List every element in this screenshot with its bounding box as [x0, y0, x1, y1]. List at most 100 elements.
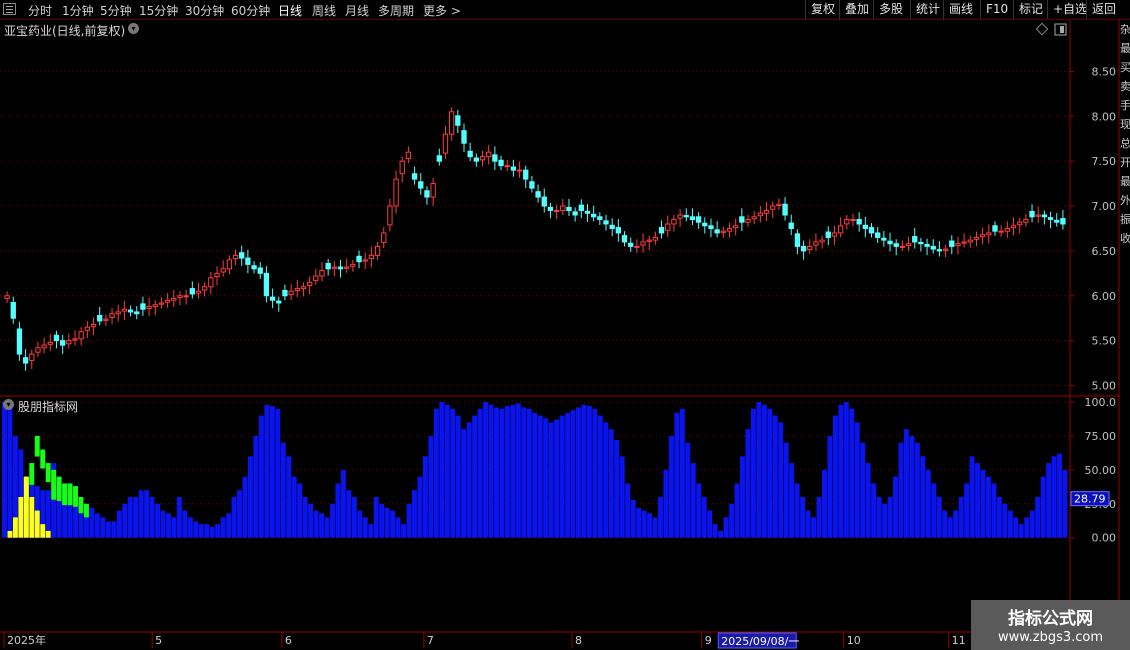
candle-body: [584, 210, 591, 214]
kline-chart-area[interactable]: 8.508.007.507.006.506.005.505.00 100.075…: [0, 0, 1130, 650]
indicator-bar-blue: [313, 510, 319, 538]
indicator-bar-blue: [614, 440, 620, 538]
price-tick-label: 8.50: [1092, 65, 1117, 78]
price-grid: [0, 70, 1070, 387]
indicator-bar-blue: [226, 513, 232, 538]
candle-body: [979, 234, 986, 238]
indicator-bar-blue: [444, 404, 450, 538]
candle-body: [881, 237, 887, 241]
candle-body: [245, 257, 251, 265]
price-tick-label: 8.00: [1092, 110, 1117, 123]
candle-body: [325, 262, 331, 270]
indicator-bar-blue: [116, 510, 122, 538]
candle-body: [856, 218, 862, 225]
indicator-bar-blue: [455, 415, 461, 538]
candle-body: [646, 239, 652, 242]
indicator-bar-blue: [204, 524, 210, 538]
candle-body: [763, 210, 770, 214]
candle-body: [942, 248, 949, 251]
indicator-bar-blue: [450, 408, 456, 538]
indicator-bar-blue: [111, 521, 117, 538]
indicator-bar-blue: [794, 483, 800, 538]
candle-body: [837, 225, 844, 234]
candle-body: [177, 295, 183, 299]
indicator-bar-blue: [144, 490, 150, 538]
indicator-bar-blue: [811, 517, 816, 538]
stock-title: 亚宝药业(日线,前复权): [4, 24, 126, 38]
indicator-tick-label: 100.0: [1085, 396, 1117, 409]
indicator-bar-blue: [127, 497, 133, 538]
candle-body: [553, 210, 560, 213]
candle-body: [862, 224, 868, 229]
indicator-bar-blue: [7, 408, 13, 538]
candle-body: [134, 311, 140, 315]
indicator-bar-blue: [105, 521, 111, 538]
candle-body: [733, 225, 739, 229]
indicator-bar-blue: [510, 404, 516, 538]
candle-body: [424, 190, 430, 198]
indicator-chevron-down-icon[interactable]: ▾: [3, 399, 14, 410]
candle-body: [269, 296, 276, 301]
indicator-bar-blue: [379, 503, 385, 538]
indicator-bar-blue: [701, 497, 707, 538]
candle-body: [887, 240, 893, 245]
indicator-bar-blue: [630, 499, 636, 538]
candle-body: [282, 289, 288, 297]
candle-body: [788, 222, 794, 229]
indicator-bar-blue: [155, 503, 160, 538]
candle-body: [634, 245, 640, 248]
candle-body: [1054, 219, 1060, 223]
indicator-bar-blue: [554, 419, 560, 538]
candle-body: [405, 151, 412, 159]
candle-body: [1041, 214, 1048, 218]
chart-frame: [0, 20, 1120, 633]
chevron-down-icon[interactable]: ▾: [128, 23, 139, 34]
date-label: 6: [285, 634, 292, 647]
candle-body: [350, 263, 356, 267]
indicator-bar-green: [51, 469, 57, 500]
crosshair-date-label: 2025/09/08/一: [721, 635, 799, 648]
indicator-bar-blue: [958, 497, 964, 538]
candle-body: [356, 255, 362, 263]
candle-body: [924, 244, 930, 247]
indicator-bar-blue: [800, 497, 806, 538]
indicator-title: 股朋指标网: [18, 400, 79, 414]
candle-body: [893, 243, 899, 247]
indicator-bar-blue: [324, 517, 330, 538]
candle-body: [189, 288, 195, 295]
indicator-bar-blue: [854, 422, 860, 538]
indicator-bar-blue: [160, 510, 166, 538]
indicator-bar-blue: [668, 435, 674, 538]
date-label: 8: [575, 634, 582, 647]
candle-body: [572, 211, 578, 216]
indicator-bar-blue: [1018, 524, 1024, 538]
indicator-bar-blue: [772, 415, 778, 538]
candle-body: [344, 266, 350, 269]
indicator-bar-blue: [286, 456, 292, 538]
candle-body: [492, 154, 498, 162]
diamond-icon[interactable]: [1035, 22, 1049, 36]
indicator-bar-blue: [696, 483, 702, 538]
candle-body: [430, 183, 436, 198]
candle-body: [992, 225, 998, 232]
candle-body: [127, 309, 134, 313]
candle-body: [171, 297, 177, 301]
candle-body: [214, 272, 220, 277]
indicator-bar-blue: [685, 442, 691, 538]
side-strip-char: 杂: [1120, 23, 1130, 36]
indicator-bar-blue: [843, 402, 849, 538]
candle-body: [658, 227, 665, 234]
candle-body: [541, 196, 547, 207]
indicator-bar-blue: [914, 442, 920, 538]
indicator-bar-blue: [422, 456, 428, 538]
panel-icons: [1035, 22, 1067, 36]
indicator-bar-blue: [335, 483, 341, 538]
indicator-bar-blue: [838, 404, 844, 538]
price-tick-label: 7.50: [1092, 155, 1117, 168]
indicator-bar-blue: [904, 429, 909, 538]
indicator-bar-blue: [466, 422, 472, 538]
indicator-bar-blue: [740, 456, 745, 538]
indicator-bar-blue: [783, 442, 789, 538]
indicator-bar-blue: [237, 490, 242, 538]
indicator-bar-blue: [942, 510, 948, 538]
